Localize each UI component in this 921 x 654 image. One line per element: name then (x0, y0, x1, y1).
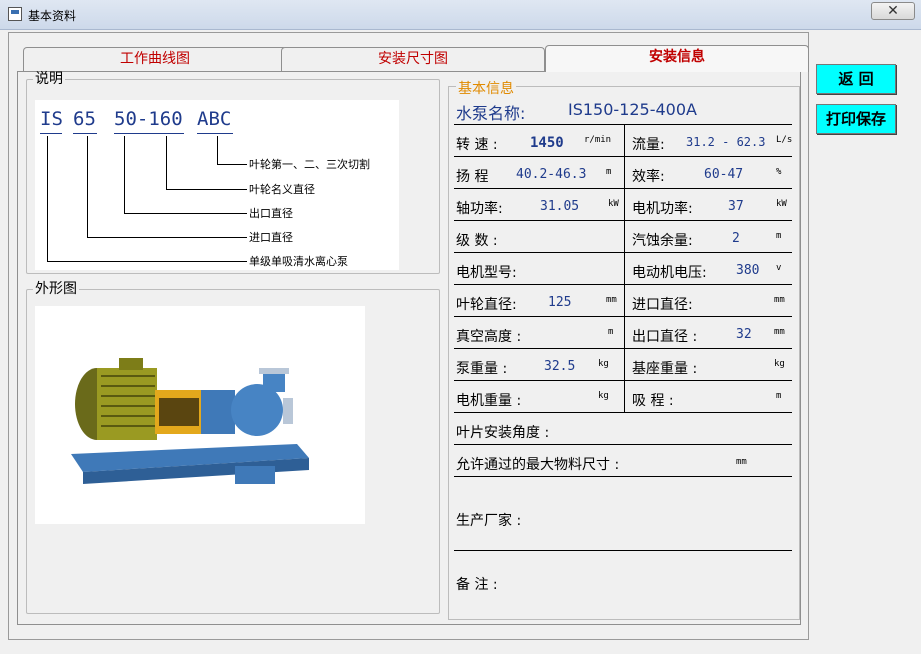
max-particle-unit: mm (736, 457, 747, 467)
efficiency-value: 60-47 (704, 167, 744, 182)
speed-label: 转 速 : (456, 137, 498, 153)
background-ribbon-ghost (100, 8, 160, 22)
explanation-box: 说明 IS 65 50-160 ABC 叶轮第一、二、三次切割 叶轮名义直径 出… (26, 72, 440, 274)
outlet-diameter-value: 32 (736, 327, 752, 342)
label-outlet-diameter: 出口直径 (249, 207, 293, 220)
efficiency-unit: % (776, 167, 782, 177)
motor-power-unit: kW (776, 199, 787, 209)
code-part-is: IS (40, 108, 63, 130)
motor-voltage-unit: v (776, 263, 782, 273)
speed-unit: r/min (584, 135, 612, 145)
speed-value: 1450 (530, 135, 564, 151)
shaft-power-unit: kW (608, 199, 619, 209)
back-button[interactable]: 返 回 (816, 64, 896, 94)
outlet-diameter-label: 出口直径 : (632, 329, 698, 345)
motor-weight-unit: kg (598, 391, 609, 401)
vacuum-height-unit: m (608, 327, 614, 337)
tab-install-dimensions[interactable]: 安装尺寸图 (281, 47, 545, 71)
title-bar: 基本资料 ✕ (0, 0, 921, 30)
head-unit: m (606, 167, 612, 177)
npsh-unit: m (776, 231, 782, 241)
code-part-50-160: 50-160 (114, 108, 183, 130)
pump-name-value: IS150-125-400A (568, 100, 697, 119)
flow-unit: L/s (776, 135, 793, 145)
tab-work-curve[interactable]: 工作曲线图 (23, 47, 287, 71)
impeller-diameter-label: 叶轮直径: (456, 297, 517, 313)
impeller-diameter-unit: mm (606, 295, 617, 305)
label-inlet-diameter: 进口直径 (249, 231, 293, 244)
pump-illustration (71, 358, 309, 484)
basic-info-panel: 水泵名称: IS150-125-400A 转 速 : 1450 r/min 流量… (448, 86, 798, 620)
base-weight-unit: kg (774, 359, 785, 369)
outline-legend: 外形图 (35, 281, 77, 297)
max-particle-label: 允许通过的最大物料尺寸 : (456, 457, 620, 473)
motor-voltage-value: 380 (736, 263, 760, 278)
label-pump-type: 单级单吸清水离心泵 (249, 255, 348, 268)
motor-weight-label: 电机重量 : (456, 393, 522, 409)
flow-value: 31.2 - 62.3 (686, 135, 766, 149)
close-button[interactable]: ✕ (871, 2, 915, 20)
motor-power-value: 37 (728, 199, 744, 214)
label-impeller-cut: 叶轮第一、二、三次切割 (249, 158, 370, 171)
npsh-value: 2 (732, 231, 740, 246)
inlet-diameter-unit: mm (774, 295, 785, 305)
motor-model-label: 电机型号: (456, 265, 517, 281)
npsh-label: 汽蚀余量: (632, 233, 693, 249)
vacuum-height-label: 真空高度 : (456, 329, 522, 345)
pump-name-label: 水泵名称: (456, 104, 526, 123)
shaft-power-label: 轴功率: (456, 201, 503, 217)
pump-photo (35, 306, 365, 524)
impeller-diameter-value: 125 (548, 295, 572, 310)
label-impeller-diameter: 叶轮名义直径 (249, 183, 315, 196)
blade-angle-label: 叶片安装角度 : (456, 425, 550, 441)
window-title: 基本资料 (28, 9, 77, 23)
motor-power-label: 电机功率: (632, 201, 693, 217)
motor-voltage-label: 电动机电压: (632, 265, 707, 281)
flow-label: 流量: (632, 137, 665, 153)
code-part-65: 65 (73, 108, 96, 130)
outline-box: 外形图 (26, 282, 440, 614)
suction-lift-unit: m (776, 391, 782, 401)
head-value: 40.2-46.3 (516, 167, 587, 182)
code-part-abc: ABC (197, 108, 232, 130)
explanation-legend: 说明 (35, 71, 63, 87)
pump-weight-value: 32.5 (544, 359, 576, 374)
efficiency-label: 效率: (632, 169, 665, 185)
tab-install-info[interactable]: 安装信息 (545, 45, 809, 72)
head-label: 扬 程 (456, 169, 489, 185)
inlet-diameter-label: 进口直径: (632, 297, 693, 313)
base-weight-label: 基座重量 : (632, 361, 698, 377)
app-icon (8, 7, 22, 21)
stages-label: 级 数 : (456, 233, 498, 249)
print-save-button[interactable]: 打印保存 (816, 104, 896, 134)
shaft-power-value: 31.05 (540, 199, 580, 214)
remarks-label: 备 注 : (456, 577, 498, 593)
outlet-diameter-unit: mm (774, 327, 785, 337)
model-code-diagram: IS 65 50-160 ABC 叶轮第一、二、三次切割 叶轮名义直径 出口直径 (35, 100, 399, 270)
pump-weight-unit: kg (598, 359, 609, 369)
pump-weight-label: 泵重量 : (456, 361, 508, 377)
suction-lift-label: 吸 程 : (632, 393, 674, 409)
manufacturer-label: 生产厂家 : (456, 513, 522, 529)
